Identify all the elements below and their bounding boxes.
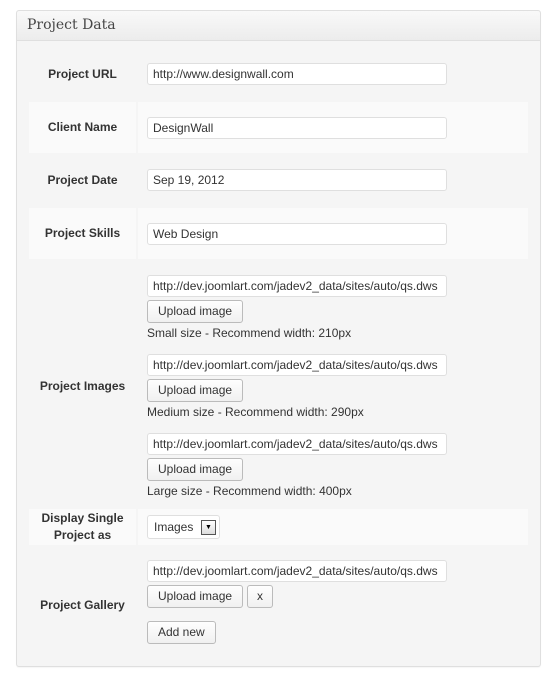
row-project-url: Project URL http://www.designwall.com <box>29 57 528 91</box>
display-single-select[interactable]: Images ▼ <box>147 515 220 539</box>
display-single-label: Display Single Project as <box>29 509 136 545</box>
row-project-skills: Project Skills Web Design <box>29 208 528 259</box>
image-group-large: http://dev.joomlart.com/jadev2_data/site… <box>147 432 528 498</box>
upload-large-image-button[interactable]: Upload image <box>147 457 244 481</box>
large-image-url-input[interactable]: http://dev.joomlart.com/jadev2_data/site… <box>147 432 447 455</box>
image-group-medium: http://dev.joomlart.com/jadev2_data/site… <box>147 353 528 419</box>
small-image-hint: Small size - Recommend width: 210px <box>147 325 352 340</box>
project-images-label: Project Images <box>39 378 126 393</box>
medium-image-hint: Medium size - Recommend width: 290px <box>147 404 364 419</box>
add-new-gallery-button[interactable]: Add new <box>147 621 216 644</box>
row-display-single: Display Single Project as Images ▼ <box>29 509 528 545</box>
project-skills-label: Project Skills <box>29 208 136 259</box>
chevron-down-icon[interactable]: ▼ <box>201 519 216 535</box>
small-image-url-input[interactable]: http://dev.joomlart.com/jadev2_data/site… <box>147 274 447 297</box>
project-gallery-label: Project Gallery <box>40 597 125 612</box>
project-data-panel: Project Data Project URL http://www.desi… <box>16 10 541 667</box>
project-url-label: Project URL <box>48 66 117 81</box>
medium-image-url-input[interactable]: http://dev.joomlart.com/jadev2_data/site… <box>147 353 447 376</box>
upload-small-image-button[interactable]: Upload image <box>147 299 244 323</box>
panel-title: Project Data <box>27 17 116 33</box>
gallery-remove-button[interactable]: x <box>247 585 274 608</box>
upload-medium-image-button[interactable]: Upload image <box>147 378 244 402</box>
row-project-gallery: Project Gallery http://dev.joomlart.com/… <box>29 560 528 650</box>
display-single-selected: Images <box>154 520 194 534</box>
large-image-hint: Large size - Recommend width: 400px <box>147 483 352 498</box>
gallery-url-input[interactable]: http://dev.joomlart.com/jadev2_data/site… <box>147 560 447 582</box>
gallery-upload-button[interactable]: Upload image <box>147 585 244 608</box>
client-name-input[interactable]: DesignWall <box>147 116 447 139</box>
row-project-images: Project Images http://dev.joomlart.com/j… <box>29 274 528 498</box>
project-url-input[interactable]: http://www.designwall.com <box>147 63 447 85</box>
image-group-small: http://dev.joomlart.com/jadev2_data/site… <box>147 274 528 340</box>
project-date-input[interactable]: Sep 19, 2012 <box>147 169 447 191</box>
row-client-name: Client Name DesignWall <box>29 102 528 153</box>
project-skills-input[interactable]: Web Design <box>147 222 447 245</box>
project-date-label: Project Date <box>47 172 118 187</box>
row-project-date: Project Date Sep 19, 2012 <box>29 163 528 197</box>
client-name-label: Client Name <box>29 102 136 153</box>
panel-header: Project Data <box>17 11 540 41</box>
